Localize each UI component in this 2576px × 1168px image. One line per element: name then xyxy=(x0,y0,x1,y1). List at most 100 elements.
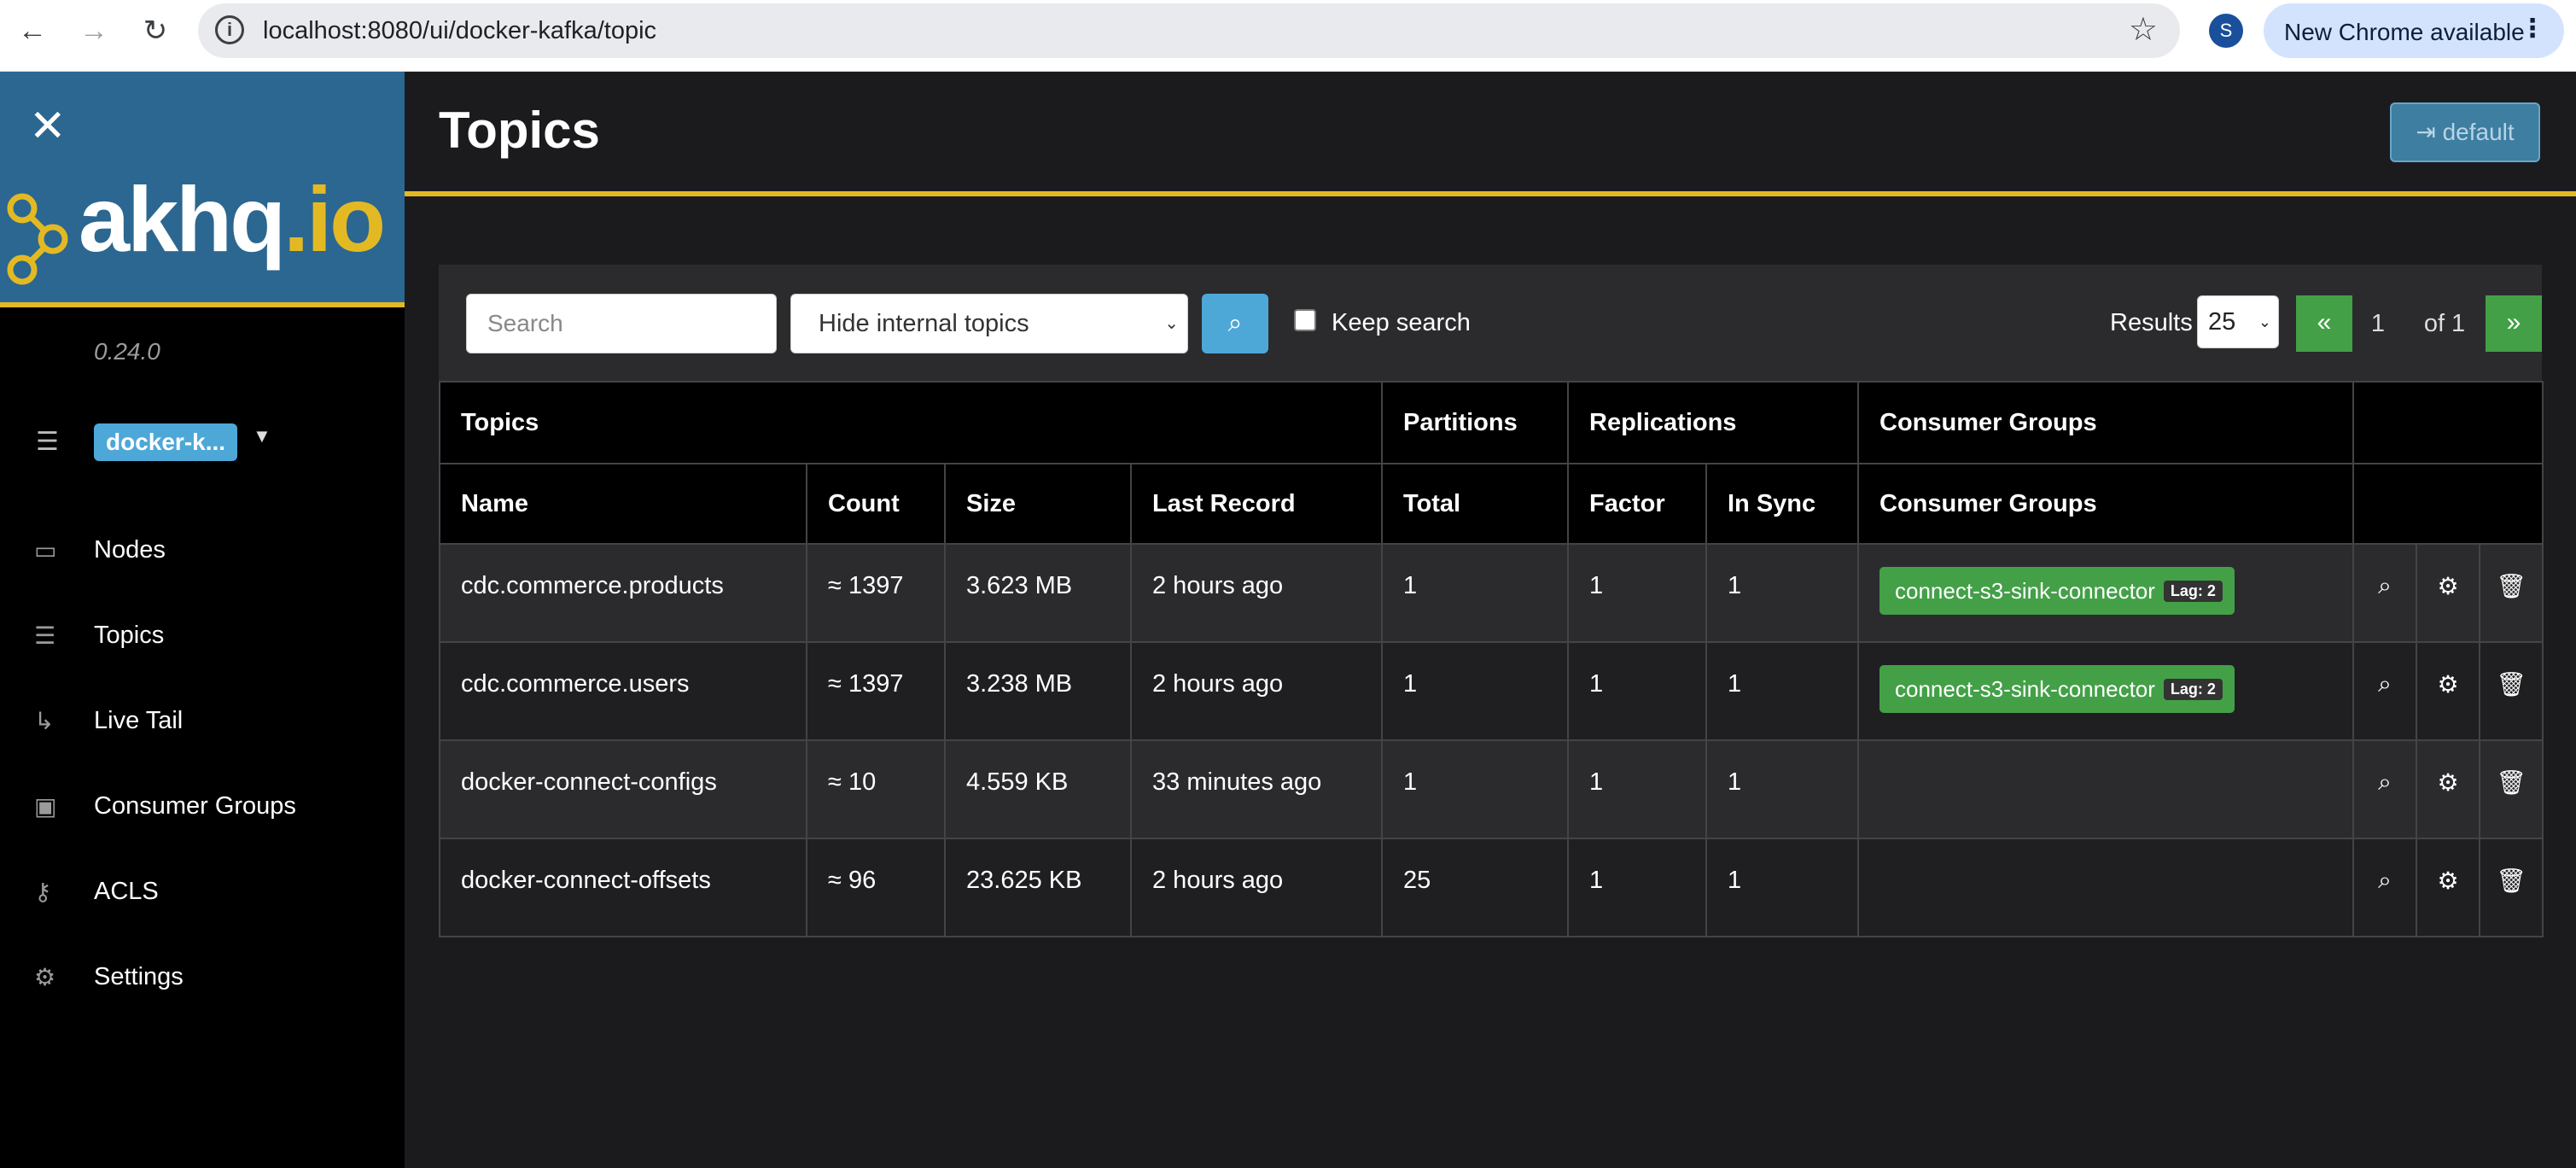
column-header-name: Name xyxy=(439,463,807,545)
kebab-menu-icon[interactable]: ⋮ xyxy=(2520,14,2545,44)
results-per-page-select[interactable]: 25 ⌄ xyxy=(2197,295,2279,348)
title-divider xyxy=(405,191,2576,196)
consumer-group-badge[interactable]: connect-s3-sink-connector Lag: 2 xyxy=(1880,665,2235,713)
site-info-icon[interactable]: i xyxy=(215,15,244,44)
view-topic-button[interactable]: ⌕ xyxy=(2352,838,2417,937)
delete-topic-button[interactable]: 🗑 xyxy=(2478,543,2544,643)
replication-in-sync: 1 xyxy=(1705,641,1859,741)
topic-count: ≈ 1397 xyxy=(806,543,946,643)
view-topic-button[interactable]: ⌕ xyxy=(2352,739,2417,839)
topic-size: 3.623 MB xyxy=(944,543,1132,643)
column-header-size: Size xyxy=(944,463,1132,545)
forward-icon[interactable]: → xyxy=(75,12,113,50)
logo-text-main: akhq xyxy=(79,167,286,271)
consumer-groups-cell: connect-s3-sink-connector Lag: 2 xyxy=(1857,641,2354,741)
topic-filter-value: Hide internal topics xyxy=(819,310,1029,337)
pager-next-button[interactable]: » xyxy=(2486,295,2542,352)
topic-name[interactable]: cdc.commerce.users xyxy=(439,641,807,741)
search-button[interactable]: ⌕ xyxy=(1202,294,1268,353)
sidebar-item-label: Topics xyxy=(94,621,165,649)
search-icon: ⌕ xyxy=(2378,768,2392,795)
column-header-last-record: Last Record xyxy=(1130,463,1383,545)
column-header-actions xyxy=(2352,463,2544,545)
main-content: Topics ⇥ default Search Hide internal to… xyxy=(405,72,2576,1168)
group-header-actions xyxy=(2352,381,2544,464)
akhq-logo[interactable]: akhq.io xyxy=(79,166,386,272)
configure-topic-button[interactable]: ⚙ xyxy=(2416,641,2480,741)
column-header-total: Total xyxy=(1381,463,1569,545)
trash-icon: 🗑 xyxy=(2496,671,2526,698)
back-icon[interactable]: ← xyxy=(14,12,51,50)
sidebar-item-live-tail[interactable]: ↳ Live Tail xyxy=(0,695,405,746)
bookmark-star-icon[interactable]: ☆ xyxy=(2129,10,2158,49)
caret-down-icon[interactable]: ▼ xyxy=(253,425,271,447)
configure-topic-button[interactable]: ⚙ xyxy=(2416,838,2480,937)
delete-topic-button[interactable]: 🗑 xyxy=(2478,838,2544,937)
reload-icon[interactable]: ↻ xyxy=(137,12,174,50)
topics-table: Topics Partitions Replications Consumer … xyxy=(439,381,2544,937)
group-header-topics: Topics xyxy=(439,381,1383,464)
pager-current-page[interactable]: 1 xyxy=(2352,295,2404,352)
topic-filter-select[interactable]: Hide internal topics ⌄ xyxy=(790,294,1188,353)
sidebar-item-acls[interactable]: ⚷ ACLS xyxy=(0,866,405,917)
close-sidebar-icon[interactable]: ✕ xyxy=(29,104,67,149)
user-button-label: default xyxy=(2442,119,2515,145)
configure-topic-button[interactable]: ⚙ xyxy=(2416,543,2480,643)
sidebar-item-settings[interactable]: ⚙ Settings xyxy=(0,951,405,1002)
chevron-down-icon: ⌄ xyxy=(2258,313,2271,330)
topic-name[interactable]: cdc.commerce.products xyxy=(439,543,807,643)
user-button[interactable]: ⇥ default xyxy=(2390,102,2540,162)
replication-factor: 1 xyxy=(1567,739,1707,839)
configure-topic-button[interactable]: ⚙ xyxy=(2416,739,2480,839)
results-label: Results xyxy=(2110,309,2193,336)
topic-count: ≈ 10 xyxy=(806,739,946,839)
laptop-icon: ▭ xyxy=(34,536,57,564)
cluster-selector[interactable]: docker-k... xyxy=(94,423,238,461)
sidebar-item-consumer-groups[interactable]: ▣ Consumer Groups xyxy=(0,780,405,832)
keep-search-label[interactable]: Keep search xyxy=(1332,309,1471,337)
pager-prev-button[interactable]: « xyxy=(2296,295,2352,352)
sidebar-item-topics[interactable]: ☰ Topics xyxy=(0,610,405,661)
replication-factor: 1 xyxy=(1567,543,1707,643)
delete-topic-button[interactable]: 🗑 xyxy=(2478,739,2544,839)
search-icon: ⌕ xyxy=(2378,670,2392,697)
topic-name[interactable]: docker-connect-offsets xyxy=(439,838,807,937)
gear-icon: ⚙ xyxy=(2437,671,2459,698)
sidebar-item-label: Nodes xyxy=(94,535,166,564)
topic-name[interactable]: docker-connect-configs xyxy=(439,739,807,839)
partitions-total: 25 xyxy=(1381,838,1569,937)
sidebar-item-nodes[interactable]: ▭ Nodes xyxy=(0,524,405,575)
sidebar-item-label: ACLS xyxy=(94,877,159,905)
topic-size: 23.625 KB xyxy=(944,838,1132,937)
replication-factor: 1 xyxy=(1567,838,1707,937)
address-bar[interactable]: i localhost:8080/ui/docker-kafka/topic ☆ xyxy=(198,3,2180,58)
profile-avatar[interactable]: S xyxy=(2209,14,2243,48)
table-row[interactable]: cdc.commerce.users ≈ 1397 3.238 MB 2 hou… xyxy=(439,641,2544,741)
view-topic-button[interactable]: ⌕ xyxy=(2352,641,2417,741)
partitions-total: 1 xyxy=(1381,739,1569,839)
topic-size: 4.559 KB xyxy=(944,739,1132,839)
search-input[interactable]: Search xyxy=(466,294,777,353)
consumer-group-badge[interactable]: connect-s3-sink-connector Lag: 2 xyxy=(1880,567,2235,615)
keep-search-checkbox[interactable] xyxy=(1294,309,1316,331)
table-row[interactable]: docker-connect-offsets ≈ 96 23.625 KB 2 … xyxy=(439,838,2544,937)
group-header-replications: Replications xyxy=(1567,381,1859,464)
delete-topic-button[interactable]: 🗑 xyxy=(2478,641,2544,741)
sign-in-icon: ⇥ xyxy=(2416,119,2436,145)
level-down-icon: ↳ xyxy=(34,707,55,734)
table-row[interactable]: cdc.commerce.products ≈ 1397 3.623 MB 2 … xyxy=(439,543,2544,643)
url-text[interactable]: localhost:8080/ui/docker-kafka/topic xyxy=(263,17,656,45)
view-topic-button[interactable]: ⌕ xyxy=(2352,543,2417,643)
chrome-update-button[interactable]: New Chrome available ⋮ xyxy=(2264,3,2564,58)
trash-icon: 🗑 xyxy=(2496,769,2526,796)
app-version: 0.24.0 xyxy=(94,338,160,365)
column-header-count: Count xyxy=(806,463,946,545)
sidebar: ✕ akhq.io 0.24.0 ☰ docker-k... ▼ ▭ Nodes… xyxy=(0,72,405,1168)
page-title: Topics xyxy=(439,102,600,159)
group-header-consumer-groups: Consumer Groups xyxy=(1857,381,2354,464)
table-row[interactable]: docker-connect-configs ≈ 10 4.559 KB 33 … xyxy=(439,739,2544,839)
column-header-in-sync: In Sync xyxy=(1705,463,1859,545)
list-icon: ☰ xyxy=(34,622,56,649)
lag-badge: Lag: 2 xyxy=(2163,580,2223,602)
topic-last-record: 33 minutes ago xyxy=(1130,739,1383,839)
